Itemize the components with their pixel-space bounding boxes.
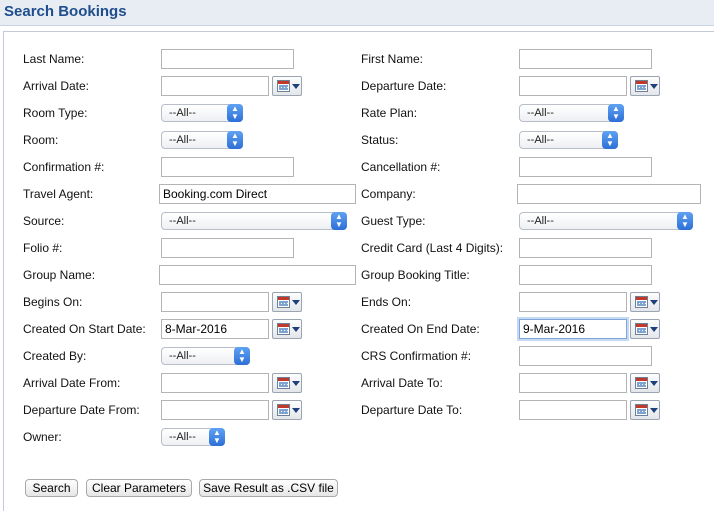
cancellation-input[interactable]	[519, 157, 652, 177]
arrival-date-input[interactable]	[161, 76, 269, 96]
credit-card-label: Credit Card (Last 4 Digits):	[361, 241, 504, 255]
crs-confirmation-label: CRS Confirmation #:	[361, 349, 472, 363]
created-start-calendar-icon[interactable]	[272, 319, 302, 339]
room-type-label: Room Type:	[23, 106, 88, 120]
group-booking-title-input[interactable]	[519, 265, 652, 285]
rate-plan-value: --All--	[527, 107, 554, 119]
credit-card-input[interactable]	[519, 238, 652, 258]
guest-type-value: --All--	[527, 215, 554, 227]
chevron-updown-icon: ▲ ▼	[209, 428, 225, 446]
created-by-label: Created By:	[23, 349, 87, 363]
arrival-from-input[interactable]	[161, 373, 269, 393]
travel-agent-label: Travel Agent:	[23, 187, 94, 201]
confirmation-input[interactable]	[161, 157, 294, 177]
arrival-date-calendar-icon[interactable]	[272, 76, 302, 96]
owner-value: --All--	[169, 431, 196, 443]
chevron-updown-icon: ▲ ▼	[602, 131, 618, 149]
departure-date-calendar-icon[interactable]	[630, 76, 660, 96]
first-name-label: First Name:	[361, 52, 424, 66]
crs-confirmation-input[interactable]	[519, 346, 652, 366]
begins-on-calendar-icon[interactable]	[272, 292, 302, 312]
status-value: --All--	[527, 134, 554, 146]
created-end-calendar-icon[interactable]	[630, 319, 660, 339]
folio-label: Folio #:	[23, 241, 63, 255]
arrival-to-input[interactable]	[519, 373, 627, 393]
ends-on-label: Ends On:	[361, 295, 412, 309]
rate-plan-select[interactable]: --All-- ▲ ▼	[519, 104, 624, 122]
source-value: --All--	[169, 215, 196, 227]
last-name-input[interactable]	[161, 49, 294, 69]
chevron-updown-icon: ▲ ▼	[677, 212, 693, 230]
begins-on-label: Begins On:	[23, 295, 83, 309]
begins-on-input[interactable]	[161, 292, 269, 312]
created-by-select[interactable]: --All-- ▲ ▼	[161, 347, 250, 365]
company-input[interactable]	[517, 184, 701, 204]
departure-to-calendar-icon[interactable]	[630, 400, 660, 420]
group-name-input[interactable]	[159, 265, 356, 285]
source-select[interactable]: --All-- ▲ ▼	[161, 212, 347, 230]
status-label: Status:	[361, 133, 399, 147]
travel-agent-input[interactable]	[159, 184, 356, 204]
arrival-from-label: Arrival Date From:	[23, 376, 121, 390]
room-value: --All--	[169, 134, 196, 146]
arrival-to-label: Arrival Date To:	[361, 376, 443, 390]
page-title: Search Bookings	[4, 3, 127, 20]
guest-type-select[interactable]: --All-- ▲ ▼	[519, 212, 693, 230]
chevron-updown-icon: ▲ ▼	[608, 104, 624, 122]
created-by-value: --All--	[169, 350, 196, 362]
created-start-input[interactable]	[161, 319, 269, 339]
room-label: Room:	[23, 133, 59, 147]
group-name-label: Group Name:	[23, 268, 96, 282]
created-end-label: Created On End Date:	[361, 322, 480, 336]
arrival-to-calendar-icon[interactable]	[630, 373, 660, 393]
source-label: Source:	[23, 214, 65, 228]
confirmation-label: Confirmation #:	[23, 160, 105, 174]
departure-date-input[interactable]	[519, 76, 627, 96]
last-name-label: Last Name:	[23, 52, 85, 66]
room-select[interactable]: --All-- ▲ ▼	[161, 131, 243, 149]
ends-on-input[interactable]	[519, 292, 627, 312]
chevron-updown-icon: ▲ ▼	[331, 212, 347, 230]
title-bar: Search Bookings	[0, 0, 714, 26]
status-select[interactable]: --All-- ▲ ▼	[519, 131, 618, 149]
save-csv-button[interactable]: Save Result as .CSV file	[199, 479, 338, 497]
departure-from-calendar-icon[interactable]	[272, 400, 302, 420]
departure-from-label: Departure Date From:	[23, 403, 140, 417]
search-button[interactable]: Search	[25, 479, 78, 497]
departure-date-label: Departure Date:	[361, 79, 447, 93]
clear-parameters-button[interactable]: Clear Parameters	[86, 479, 192, 497]
group-booking-title-label: Group Booking Title:	[361, 268, 470, 282]
created-start-label: Created On Start Date:	[23, 322, 146, 336]
chevron-updown-icon: ▲ ▼	[227, 104, 243, 122]
guest-type-label: Guest Type:	[361, 214, 426, 228]
ends-on-calendar-icon[interactable]	[630, 292, 660, 312]
created-end-input[interactable]	[519, 319, 627, 339]
room-type-value: --All--	[169, 107, 196, 119]
folio-input[interactable]	[161, 238, 294, 258]
chevron-updown-icon: ▲ ▼	[234, 347, 250, 365]
room-type-select[interactable]: --All-- ▲ ▼	[161, 104, 243, 122]
departure-to-label: Departure Date To:	[361, 403, 463, 417]
owner-label: Owner:	[23, 430, 62, 444]
chevron-updown-icon: ▲ ▼	[227, 131, 243, 149]
arrival-from-calendar-icon[interactable]	[272, 373, 302, 393]
owner-select[interactable]: --All-- ▲ ▼	[161, 428, 225, 446]
arrival-date-label: Arrival Date:	[23, 79, 90, 93]
cancellation-label: Cancellation #:	[361, 160, 441, 174]
departure-from-input[interactable]	[161, 400, 269, 420]
rate-plan-label: Rate Plan:	[361, 106, 418, 120]
company-label: Company:	[361, 187, 416, 201]
departure-to-input[interactable]	[519, 400, 627, 420]
first-name-input[interactable]	[519, 49, 652, 69]
